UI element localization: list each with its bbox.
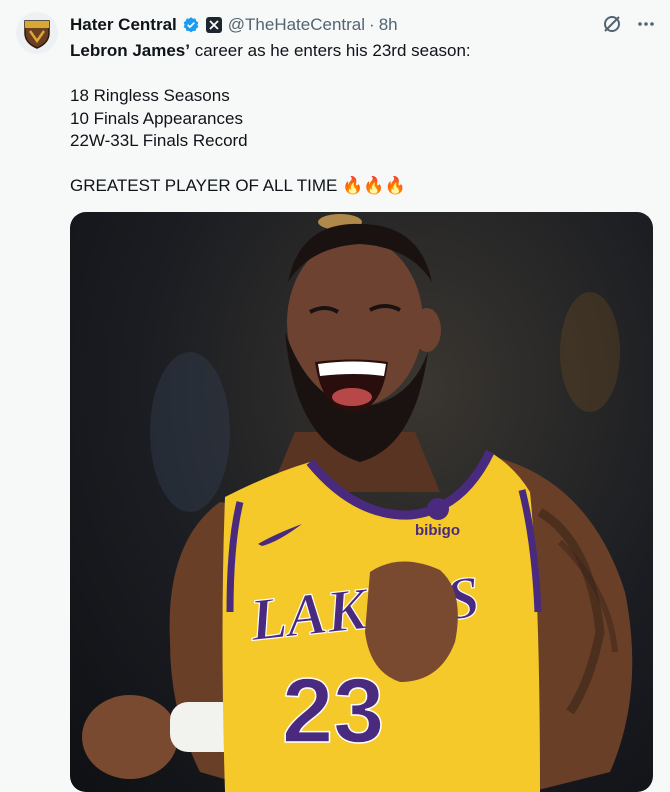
mention-name: Lebron James’ bbox=[70, 41, 190, 60]
grok-icon[interactable] bbox=[602, 14, 622, 34]
jersey-number-text: 23 bbox=[282, 660, 384, 762]
tweet-line-4: 22W-33L Finals Record bbox=[70, 131, 248, 150]
tweet-line-5: GREATEST PLAYER OF ALL TIME 🔥🔥🔥 bbox=[70, 175, 650, 198]
tweet-line-3: 10 Finals Appearances bbox=[70, 108, 243, 128]
more-icon[interactable] bbox=[636, 14, 656, 34]
user-handle[interactable]: @TheHateCentral bbox=[228, 15, 365, 35]
header-actions bbox=[602, 14, 656, 34]
avatar[interactable] bbox=[16, 12, 58, 54]
separator: · bbox=[369, 15, 375, 34]
x-affiliate-icon[interactable] bbox=[205, 17, 222, 33]
headline-text: GREATEST PLAYER OF ALL TIME bbox=[70, 176, 338, 195]
verified-badge-icon bbox=[183, 17, 199, 33]
player-illustration: bibigo LAKERS 23 bbox=[82, 214, 633, 792]
timestamp[interactable]: 8h bbox=[379, 15, 398, 35]
tweet-header: Hater Central @TheHateCentral · 8h bbox=[70, 14, 654, 36]
tweet-text: Lebron James’ career as he enters his 23… bbox=[70, 40, 650, 198]
tweet-photo[interactable]: bibigo LAKERS 23 bbox=[70, 212, 653, 792]
sponsor-text: bibigo bbox=[415, 522, 460, 539]
line-1-rest: career as he enters his 23rd season: bbox=[190, 41, 471, 60]
shield-logo-icon bbox=[24, 20, 50, 49]
display-name[interactable]: Hater Central bbox=[70, 15, 177, 35]
fire-emojis: 🔥🔥🔥 bbox=[342, 176, 406, 195]
tweet-line-2: 18 Ringless Seasons bbox=[70, 86, 230, 105]
tweet-line-1: Lebron James’ career as he enters his 23… bbox=[70, 40, 650, 63]
